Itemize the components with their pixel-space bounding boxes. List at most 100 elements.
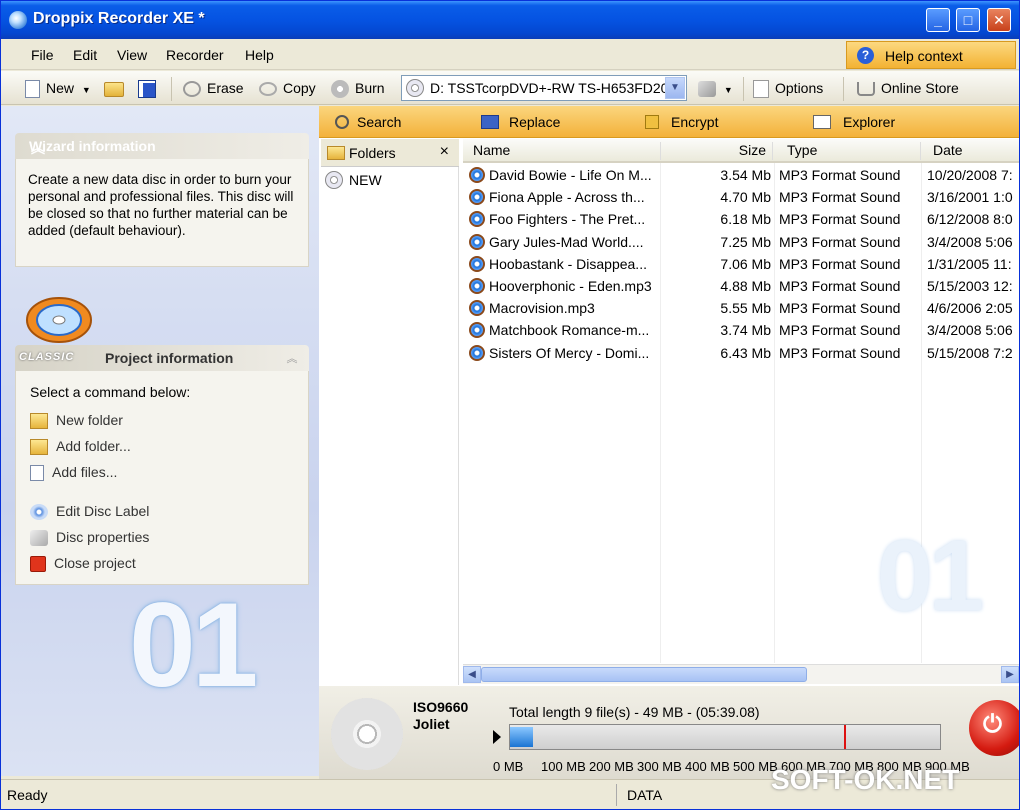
minimize-button[interactable]: _ bbox=[926, 8, 950, 32]
table-row[interactable]: Foo Fighters - The Pret... 6.18 Mb MP3 For… bbox=[463, 209, 1019, 231]
scroll-left-icon[interactable]: ◀ bbox=[463, 666, 481, 683]
menu-help[interactable]: Help bbox=[245, 47, 274, 63]
copy-icon bbox=[259, 82, 277, 97]
scale-tick-label: 200 MB bbox=[589, 759, 634, 774]
wizard-text: Create a new data disc in order to burn … bbox=[28, 172, 294, 238]
file-name: Foo Fighters - The Pret... bbox=[489, 211, 646, 228]
copy-button[interactable]: Copy bbox=[259, 78, 316, 100]
menu-recorder[interactable]: Recorder bbox=[166, 47, 224, 63]
file-name-cell: Fiona Apple - Across th... bbox=[463, 189, 659, 206]
chevron-down-icon[interactable]: ▼ bbox=[665, 77, 685, 99]
file-type: MP3 Format Sound bbox=[779, 167, 901, 183]
file-date: 10/20/2008 7: bbox=[927, 167, 1013, 183]
command-label: Edit Disc Label bbox=[56, 503, 150, 519]
audio-file-icon bbox=[469, 233, 485, 250]
scroll-thumb[interactable] bbox=[481, 667, 807, 682]
maximize-button[interactable]: □ bbox=[956, 8, 980, 32]
table-row[interactable]: Sisters Of Mercy - Domi... 6.43 Mb MP3 For… bbox=[463, 343, 1019, 365]
table-row[interactable]: Gary Jules-Mad World.... 7.25 Mb MP3 Forma… bbox=[463, 232, 1019, 254]
file-name-cell: Foo Fighters - The Pret... bbox=[463, 211, 659, 228]
command-disc-properties[interactable]: Disc properties bbox=[30, 528, 149, 548]
scale-tick-label: 300 MB bbox=[637, 759, 682, 774]
column-type[interactable]: Type bbox=[787, 142, 921, 160]
tree-item-new[interactable]: NEW bbox=[325, 171, 382, 189]
file-name-cell: Sisters Of Mercy - Domi... bbox=[463, 344, 659, 361]
file-list: Name Size Type Date David Bowie - Life O… bbox=[463, 139, 1019, 667]
file-date: 6/12/2008 8:0 bbox=[927, 211, 1013, 228]
tools-button[interactable]: ▼ bbox=[698, 78, 733, 100]
watermark: SOFT-OK.NET bbox=[771, 764, 960, 795]
file-name: Matchbook Romance-m... bbox=[489, 322, 650, 339]
close-button[interactable]: ✕ bbox=[987, 8, 1011, 32]
audio-file-icon bbox=[469, 322, 485, 339]
menu-view[interactable]: View bbox=[117, 47, 147, 63]
column-name[interactable]: Name bbox=[473, 142, 661, 160]
column-date[interactable]: Date bbox=[933, 142, 1019, 160]
tree-item-label: NEW bbox=[349, 172, 382, 188]
lock-icon bbox=[645, 115, 659, 129]
burn-power-button[interactable]: ⏻ bbox=[969, 700, 1019, 756]
table-row[interactable]: Macrovision.mp3 5.55 Mb MP3 Format Sound 4/… bbox=[463, 298, 1019, 320]
new-button[interactable]: New ▼ bbox=[25, 78, 91, 100]
file-type: MP3 Format Sound bbox=[779, 278, 901, 294]
wizard-panel-header[interactable]: Wizard information ︽ bbox=[15, 133, 309, 159]
add-folder-icon bbox=[30, 439, 48, 456]
capacity-marker bbox=[844, 725, 846, 749]
disc-usage-fill bbox=[510, 727, 533, 747]
search-icon bbox=[335, 115, 349, 129]
title-bar[interactable]: Droppix Recorder XE * _ □ ✕ bbox=[1, 1, 1019, 39]
command-add-folder[interactable]: Add folder... bbox=[30, 437, 131, 457]
command-edit-disc-label[interactable]: Edit Disc Label bbox=[30, 502, 149, 522]
folders-header: Folders × bbox=[321, 139, 459, 167]
shopping-cart-icon bbox=[857, 82, 875, 97]
collapse-icon[interactable]: ︽ bbox=[283, 350, 301, 366]
command-new-folder[interactable]: New folder bbox=[30, 411, 123, 431]
scroll-right-icon[interactable]: ▶ bbox=[1001, 666, 1019, 683]
project-panel-header[interactable]: CLASSIC Project information ︽ bbox=[15, 345, 309, 371]
horizontal-scrollbar[interactable]: ◀ ▶ bbox=[463, 664, 1019, 684]
classic-logo bbox=[23, 292, 95, 348]
drive-select[interactable]: D: TSSTcorpDVD+-RW TS-H653FD20 ▼ bbox=[401, 75, 687, 101]
replace-button[interactable]: Replace bbox=[481, 114, 560, 130]
new-label: New bbox=[46, 80, 75, 96]
erase-button[interactable]: Erase bbox=[183, 78, 244, 100]
collapse-icon[interactable]: ︽ bbox=[29, 138, 47, 156]
table-row[interactable]: Fiona Apple - Across th... 4.70 Mb MP3 For… bbox=[463, 187, 1019, 209]
filesystem-joliet: Joliet bbox=[413, 716, 450, 732]
save-button[interactable] bbox=[138, 78, 156, 100]
table-row[interactable]: Matchbook Romance-m... 3.74 Mb MP3 Format … bbox=[463, 320, 1019, 342]
drive-select-value: D: TSSTcorpDVD+-RW TS-H653FD20 bbox=[430, 80, 669, 96]
close-icon[interactable]: × bbox=[440, 143, 449, 161]
classic-badge: CLASSIC bbox=[19, 351, 75, 363]
command-close-project[interactable]: Close project bbox=[30, 554, 136, 574]
open-folder-icon bbox=[104, 81, 124, 97]
menu-edit[interactable]: Edit bbox=[73, 47, 97, 63]
background-numeral: 01 bbox=[129, 578, 258, 712]
new-document-icon bbox=[25, 80, 40, 99]
burn-button[interactable]: Burn bbox=[331, 78, 385, 100]
add-files-icon bbox=[30, 465, 44, 482]
command-add-files[interactable]: Add files... bbox=[30, 463, 117, 483]
table-row[interactable]: David Bowie - Life On M... 3.54 Mb MP3 For… bbox=[463, 165, 1019, 187]
command-label: Add folder... bbox=[56, 438, 131, 454]
toolbar-separator bbox=[843, 77, 844, 101]
folders-title: Folders bbox=[349, 145, 396, 161]
encrypt-button[interactable]: Encrypt bbox=[645, 114, 718, 130]
replace-label: Replace bbox=[509, 114, 561, 130]
task-pane: 01 Wizard information ︽ Create a new dat… bbox=[1, 106, 319, 776]
help-icon: ? bbox=[857, 47, 874, 64]
table-row[interactable]: Hoobastank - Disappea... 7.06 Mb MP3 Forma… bbox=[463, 254, 1019, 276]
table-row[interactable]: Hooverphonic - Eden.mp3 4.88 Mb MP3 Format… bbox=[463, 276, 1019, 298]
disc-label-icon bbox=[30, 504, 48, 521]
explorer-button[interactable]: Explorer bbox=[813, 114, 895, 130]
file-size: 7.25 Mb bbox=[720, 233, 771, 250]
options-button[interactable]: Options bbox=[753, 78, 823, 100]
help-context-button[interactable]: ? Help context bbox=[846, 41, 1016, 69]
search-button[interactable]: Search bbox=[335, 114, 401, 130]
online-store-button[interactable]: Online Store bbox=[857, 78, 959, 100]
menu-file[interactable]: File bbox=[31, 47, 54, 63]
open-button[interactable] bbox=[104, 78, 124, 100]
column-size[interactable]: Size bbox=[663, 142, 773, 160]
disc-properties-icon bbox=[30, 530, 48, 547]
file-size: 7.06 Mb bbox=[720, 255, 771, 272]
